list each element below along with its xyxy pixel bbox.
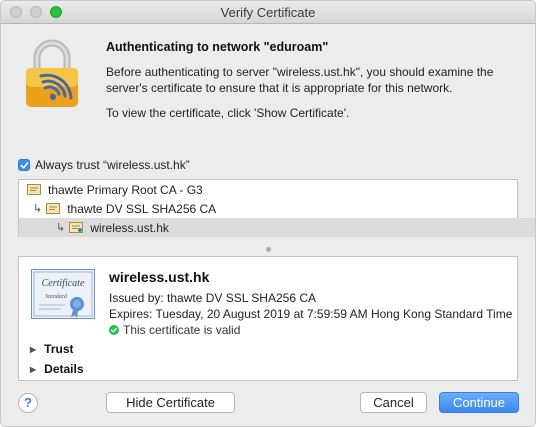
validity-status: This certificate is valid <box>109 323 240 337</box>
certificate-icon <box>27 184 41 195</box>
issued-by-text: Issued by: thawte DV SSL SHA256 CA <box>109 291 316 305</box>
disclosure-triangle-icon: ▶ <box>30 344 37 354</box>
chain-item-leaf[interactable]: ↳ wireless.ust.hk <box>19 218 535 237</box>
checkmark-icon <box>20 161 28 169</box>
check-circle-icon <box>109 325 119 335</box>
chain-item-label: wireless.ust.hk <box>90 220 169 235</box>
certificate-icon: Certificate Standard <box>31 269 95 319</box>
always-trust-checkbox[interactable] <box>18 159 30 171</box>
details-label: Details <box>44 362 84 376</box>
help-button[interactable]: ? <box>18 393 38 413</box>
cert-image-title: Certificate <box>42 278 85 289</box>
dialog-heading: Authenticating to network "eduroam" <box>106 40 329 54</box>
certificate-detail-panel: Certificate Standard wireless.ust.hk Iss… <box>18 256 518 381</box>
expires-text: Expires: Tuesday, 20 August 2019 at 7:59… <box>109 307 513 321</box>
child-arrow-icon: ↳ <box>33 203 43 215</box>
certificate-chain-tree: thawte Primary Root CA - G3 ↳ thawte DV … <box>18 179 535 237</box>
split-view-handle[interactable] <box>266 247 271 252</box>
trust-label: Trust <box>44 342 74 356</box>
verify-certificate-window: Verify Certificate Authenticating to net… <box>0 0 536 427</box>
certificate-icon <box>69 222 84 233</box>
dialog-message: Before authenticating to server "wireles… <box>106 65 494 95</box>
chain-item-intermediate[interactable]: ↳ thawte DV SSL SHA256 CA <box>19 199 531 218</box>
chain-item-label: thawte DV SSL SHA256 CA <box>67 201 217 216</box>
hide-certificate-button[interactable]: Hide Certificate <box>106 392 235 413</box>
window-title: Verify Certificate <box>220 5 316 20</box>
child-arrow-icon: ↳ <box>56 222 66 234</box>
cert-image-subtitle: Standard <box>45 294 68 300</box>
details-disclosure[interactable]: ▶ Details <box>30 362 84 376</box>
titlebar: Verify Certificate <box>1 1 535 24</box>
trust-disclosure[interactable]: ▶ Trust <box>30 342 74 356</box>
lock-wifi-icon <box>26 39 78 107</box>
certificate-icon <box>46 203 61 214</box>
disclosure-triangle-icon: ▶ <box>30 364 37 374</box>
always-trust-label: Always trust “wireless.ust.hk” <box>35 158 190 172</box>
dialog-instruction: To view the certificate, click 'Show Cer… <box>106 106 350 120</box>
certificate-name: wireless.ust.hk <box>109 269 210 285</box>
chain-item-root[interactable]: thawte Primary Root CA - G3 <box>19 180 525 199</box>
cancel-button[interactable]: Cancel <box>360 392 427 413</box>
chain-item-label: thawte Primary Root CA - G3 <box>48 182 203 197</box>
continue-button[interactable]: Continue <box>439 392 519 413</box>
always-trust-checkbox-row[interactable]: Always trust “wireless.ust.hk” <box>18 158 190 172</box>
validity-status-label: This certificate is valid <box>123 323 241 337</box>
